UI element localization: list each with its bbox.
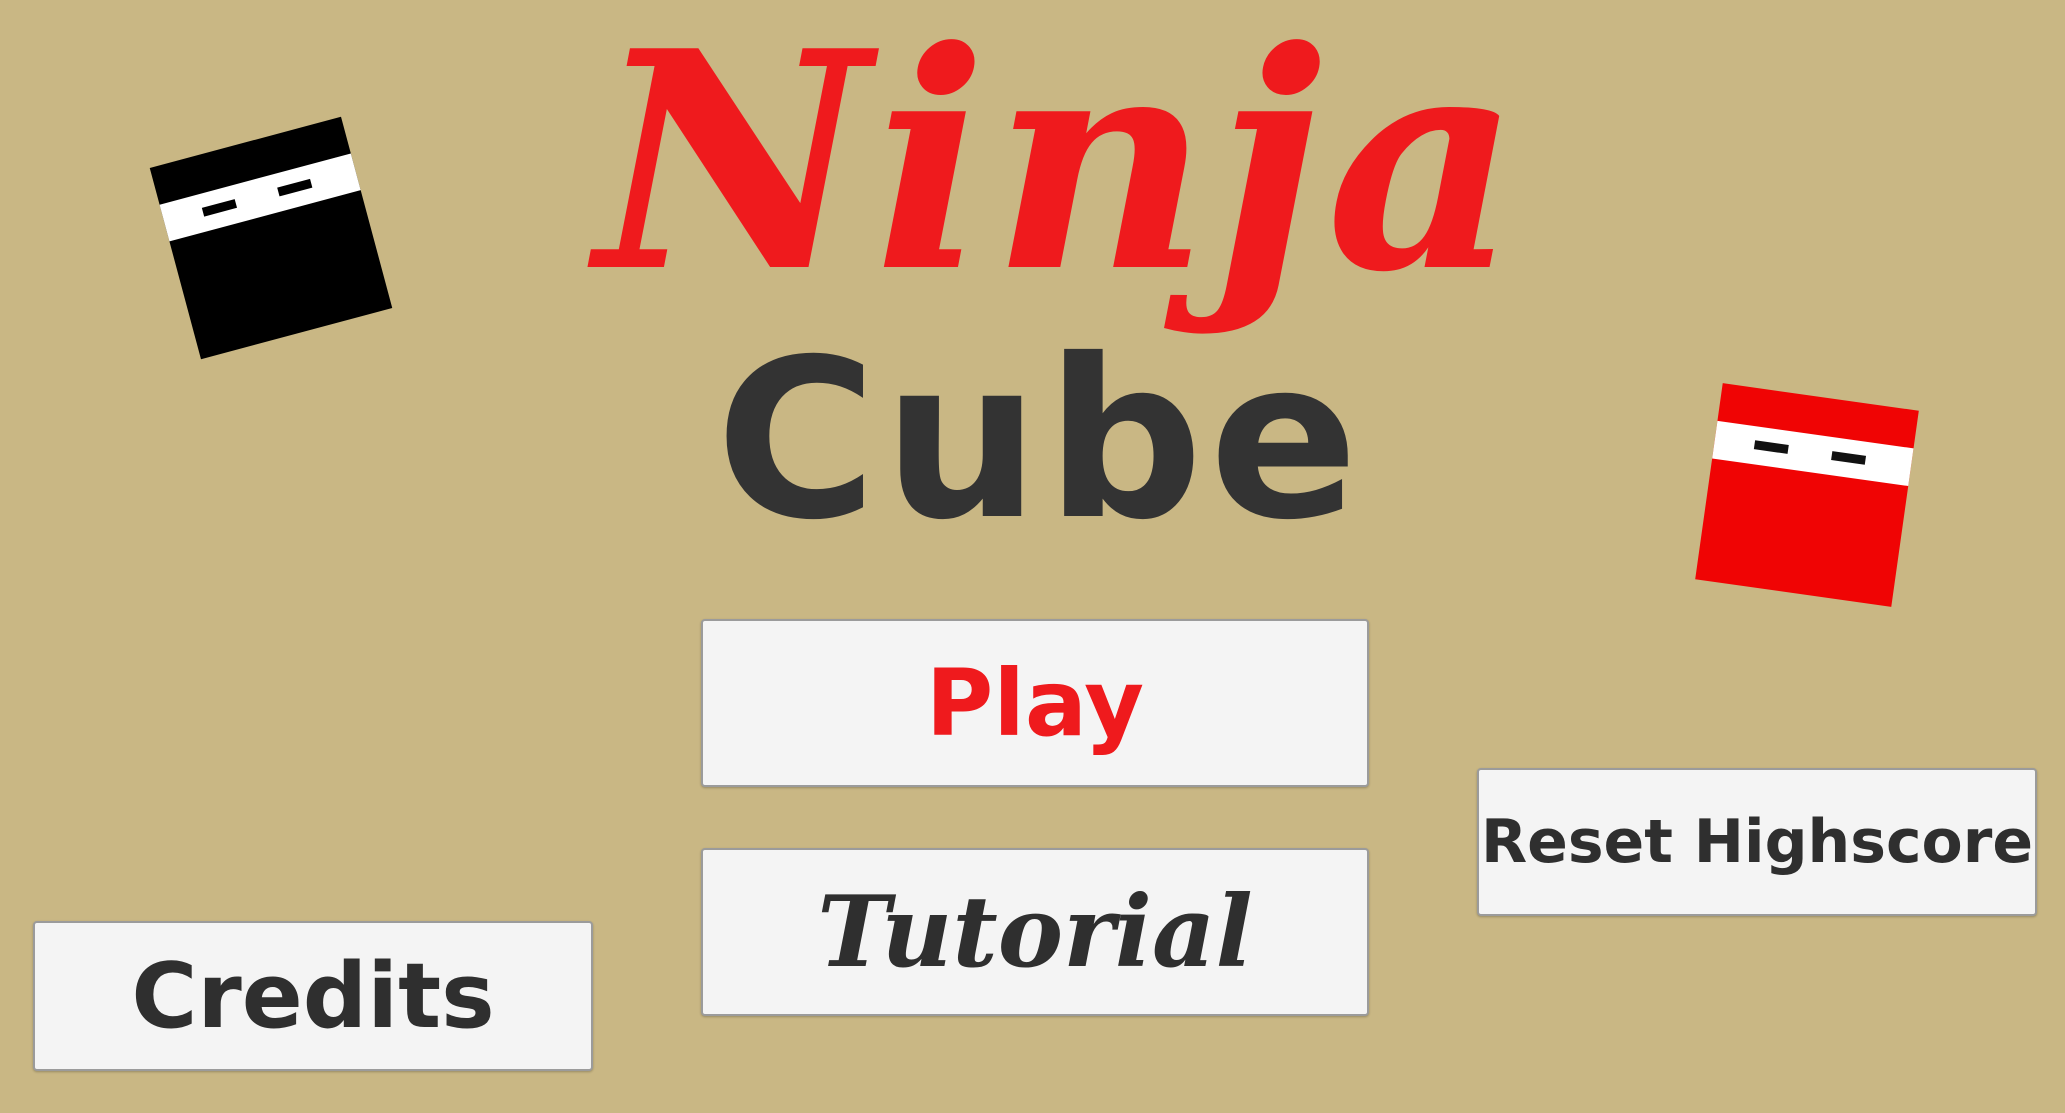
reset-highscore-button[interactable]: Reset Highscore xyxy=(1477,768,2037,916)
headband-knot-icon: ≻ xyxy=(1893,441,1910,463)
credits-button[interactable]: Credits xyxy=(33,921,593,1071)
headband xyxy=(159,153,361,242)
red-ninja-cube-icon: ≻ xyxy=(1695,383,1919,607)
reset-highscore-button-label: Reset Highscore xyxy=(1480,807,2034,877)
main-menu-screen: Ninja Cube ≻ ≻ Play Tutorial Credits Res… xyxy=(0,0,2065,1113)
tutorial-button-label: Tutorial xyxy=(817,874,1253,990)
black-ninja-cube-icon: ≻ xyxy=(149,116,393,360)
headband xyxy=(1712,420,1914,487)
game-title-cube: Cube xyxy=(715,312,1365,568)
game-title-ninja: Ninja xyxy=(595,0,1525,338)
tutorial-button[interactable]: Tutorial xyxy=(701,848,1369,1016)
play-button-label: Play xyxy=(925,649,1145,757)
play-button[interactable]: Play xyxy=(701,619,1369,787)
credits-button-label: Credits xyxy=(131,943,495,1049)
